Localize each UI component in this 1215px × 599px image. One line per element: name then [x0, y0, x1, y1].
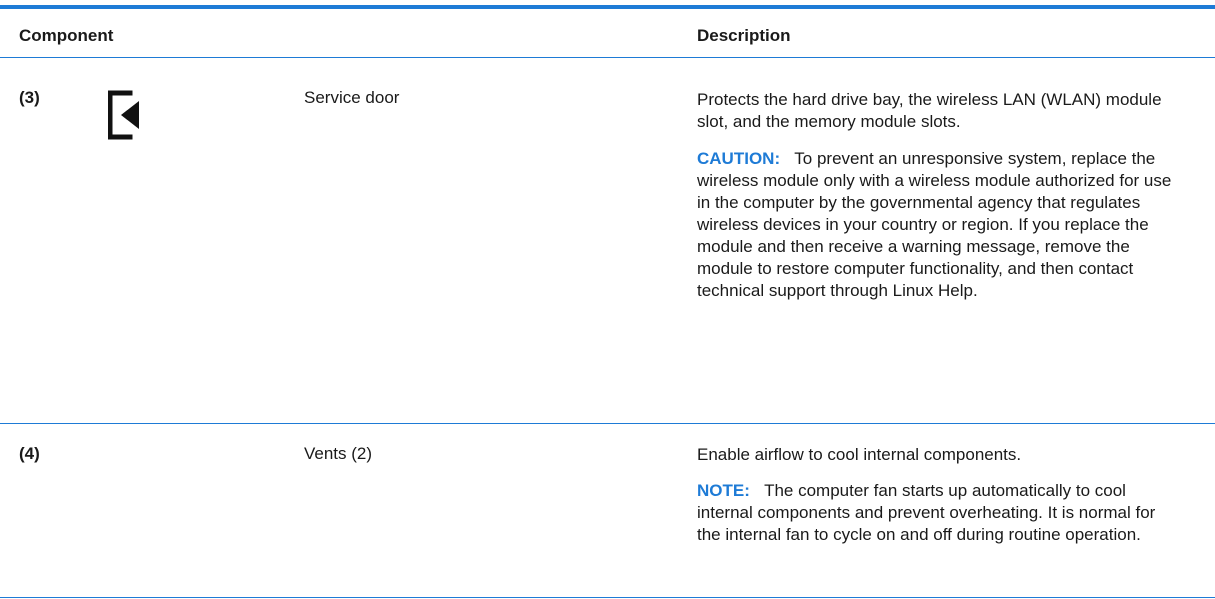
caution-text: To prevent an unresponsive system, repla…: [697, 149, 1172, 300]
description-text: Enable airflow to cool internal componen…: [697, 445, 1022, 464]
caution-label: CAUTION:: [697, 149, 781, 168]
row-component-name: Service door: [304, 88, 400, 107]
table-header: Component Description: [0, 9, 1215, 57]
row-number: (4): [19, 444, 40, 463]
row-number: (3): [19, 88, 40, 107]
description-text: Protects the hard drive bay, the wireles…: [697, 90, 1162, 131]
note-label: NOTE:: [697, 481, 750, 500]
table-row-vents: (4) Vents (2) Enable airflow to cool int…: [0, 424, 1215, 594]
note: NOTE: The computer fan starts up automat…: [697, 480, 1177, 546]
caution-note: CAUTION: To prevent an unresponsive syst…: [697, 148, 1177, 302]
note-text: The computer fan starts up automatically…: [697, 481, 1156, 544]
row-description: Protects the hard drive bay, the wireles…: [697, 89, 1177, 302]
service-door-icon: [108, 90, 139, 140]
header-component: Component: [19, 26, 114, 45]
row-description: Enable airflow to cool internal componen…: [697, 444, 1177, 546]
table-bottom-rule: [0, 597, 1215, 598]
row-component-name: Vents (2): [304, 444, 373, 463]
header-description: Description: [697, 26, 791, 45]
table-row-service-door: (3) Service door Protects the hard drive…: [0, 58, 1215, 422]
